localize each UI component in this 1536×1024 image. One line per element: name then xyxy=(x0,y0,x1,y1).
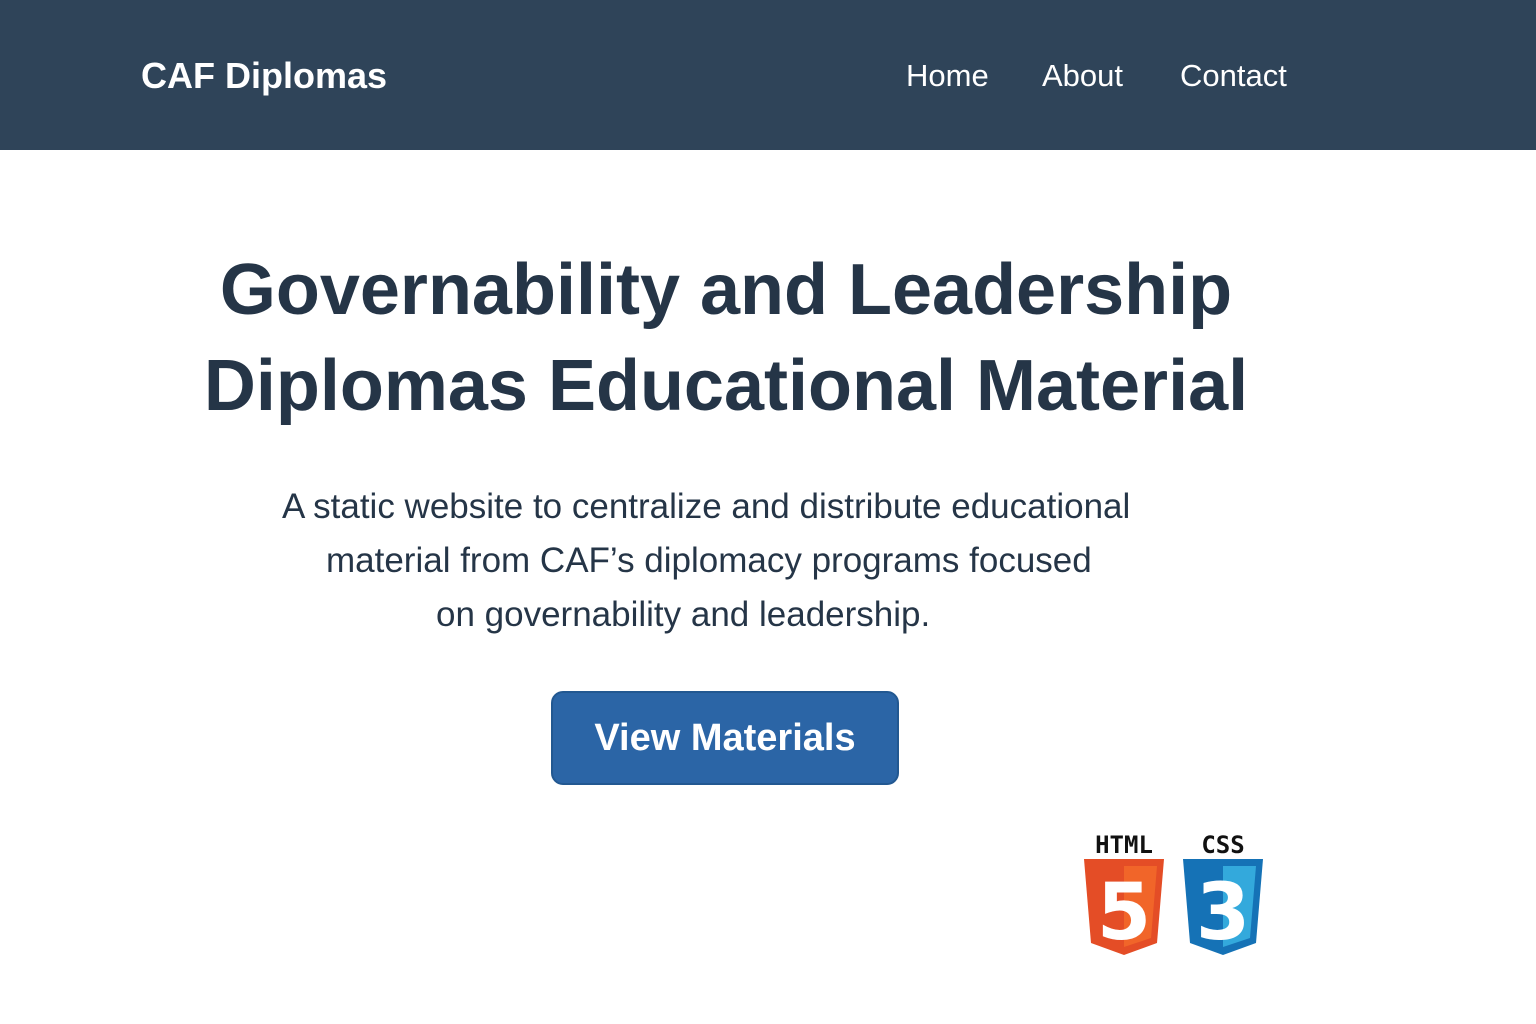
html5-logo-icon: HTML 5 xyxy=(1082,832,1166,958)
brand-logo-link[interactable]: CAF Diplomas xyxy=(141,54,387,98)
css3-logo-label: CSS xyxy=(1201,831,1245,859)
html5-shield-icon: 5 xyxy=(1084,859,1164,957)
css3-digit: 3 xyxy=(1196,868,1250,957)
hero-description-line-1: A static website to centralize and distr… xyxy=(282,487,1131,526)
css3-logo-icon: CSS 3 xyxy=(1181,832,1265,958)
hero-title-line-1: Governability and Leadership xyxy=(219,250,1233,330)
view-materials-button[interactable]: View Materials xyxy=(551,691,899,785)
nav-link-about[interactable]: About xyxy=(1042,56,1123,96)
nav-link-contact[interactable]: Contact xyxy=(1180,56,1287,96)
navbar: CAF Diplomas Home About Contact xyxy=(0,0,1536,150)
hero-description-line-2: material from CAF’s diplomacy programs f… xyxy=(326,541,1092,580)
html5-logo-label: HTML xyxy=(1095,831,1153,859)
hero-title-line-2: Diplomas Educational Material xyxy=(203,346,1249,426)
css3-shield-icon: 3 xyxy=(1183,859,1263,957)
nav-link-home[interactable]: Home xyxy=(906,56,989,96)
hero-title: Governability and Leadership Diplomas Ed… xyxy=(0,242,1452,434)
html5-digit: 5 xyxy=(1097,868,1151,957)
hero-description-line-3: on governability and leadership. xyxy=(436,595,931,634)
